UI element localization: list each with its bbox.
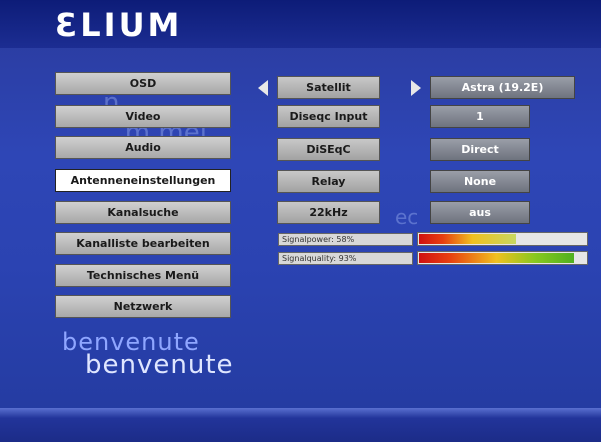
arrow-right-icon[interactable] (411, 80, 421, 96)
background-watermark-3: ec (395, 205, 419, 229)
menu-item-video[interactable]: Video (55, 105, 231, 128)
menu-item-technical-menu[interactable]: Technisches Menü (55, 264, 231, 287)
signal-power-fill (419, 234, 516, 244)
welcome-text-front: benvenute (85, 350, 234, 380)
signal-power-bar (417, 232, 588, 246)
setting-value-diseqc-input[interactable]: 1 (430, 105, 530, 128)
footer-bar (0, 408, 601, 442)
setting-value-diseqc[interactable]: Direct (430, 138, 530, 161)
menu-item-channel-search[interactable]: Kanalsuche (55, 201, 231, 224)
menu-item-network[interactable]: Netzwerk (55, 295, 231, 318)
setting-label-satellite[interactable]: Satellit (277, 76, 380, 99)
setting-label-relay[interactable]: Relay (277, 170, 380, 193)
setting-value-22khz[interactable]: aus (430, 201, 530, 224)
menu-item-edit-channel-list[interactable]: Kanalliste bearbeiten (55, 232, 231, 255)
arrow-left-icon[interactable] (258, 80, 268, 96)
setting-label-22khz[interactable]: 22kHz (277, 201, 380, 224)
header-bar: ƐLIUM (0, 0, 601, 48)
menu-item-antenna-settings[interactable]: Antenneneinstellungen (55, 169, 231, 192)
signal-quality-fill (419, 253, 574, 263)
signal-quality-label: Signalquality: 93% (278, 252, 413, 265)
antenna-settings-screen: ƐLIUM ... n ...m mei ec OSD Video Audio … (0, 0, 601, 442)
setting-value-satellite[interactable]: Astra (19.2E) (430, 76, 575, 99)
setting-label-diseqc-input[interactable]: Diseqc Input (277, 105, 380, 128)
brand-logo: ƐLIUM (55, 6, 183, 44)
menu-item-osd[interactable]: OSD (55, 72, 231, 95)
signal-quality-bar (417, 251, 588, 265)
signal-power-label: Signalpower: 58% (278, 233, 413, 246)
setting-label-diseqc[interactable]: DiSEqC (277, 138, 380, 161)
setting-value-relay[interactable]: None (430, 170, 530, 193)
menu-item-audio[interactable]: Audio (55, 136, 231, 159)
